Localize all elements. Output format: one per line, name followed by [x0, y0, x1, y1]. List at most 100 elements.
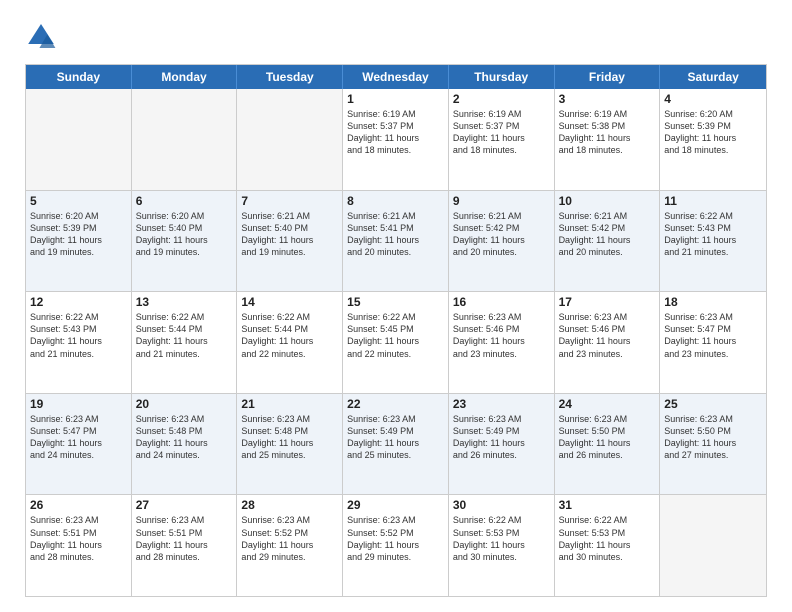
- day-number: 3: [559, 92, 656, 106]
- day-cell-25: 25Sunrise: 6:23 AM Sunset: 5:50 PM Dayli…: [660, 394, 766, 495]
- day-cell-31: 31 Sunrise: 6:22 AM Sunset: 5:53 PM Dayli…: [555, 495, 661, 596]
- day-number: 13: [136, 295, 233, 309]
- day-number: 23: [453, 397, 550, 411]
- day-number: 22: [347, 397, 444, 411]
- day-info: Sunrise: 6:22 AM Sunset: 5:44 PM Dayligh…: [136, 311, 233, 360]
- day-info: Sunrise: 6:23 AM Sunset: 5:52 PM Dayligh…: [241, 514, 338, 563]
- day-info: Sunrise: 6:23 AM Sunset: 5:51 PM Dayligh…: [30, 514, 127, 563]
- day-cell-3: 3 Sunrise: 6:19 AM Sunset: 5:38 PM Daylig…: [555, 89, 661, 190]
- day-cell-21: 21 Sunrise: 6:23 AM Sunset: 5:48 PM Dayli…: [237, 394, 343, 495]
- calendar-row-3: 12 Sunrise: 6:22 AM Sunset: 5:43 PM Dayli…: [26, 291, 766, 393]
- day-info: Sunrise: 6:23 AM Sunset: 5:48 PM Dayligh…: [241, 413, 338, 462]
- day-cell-26: 26 Sunrise: 6:23 AM Sunset: 5:51 PM Dayli…: [26, 495, 132, 596]
- day-info: Sunrise: 6:22 AM Sunset: 5:53 PM Dayligh…: [453, 514, 550, 563]
- day-info: Sunrise: 6:22 AM Sunset: 5:45 PM Dayligh…: [347, 311, 444, 360]
- day-number: 28: [241, 498, 338, 512]
- day-number: 24: [559, 397, 656, 411]
- day-cell-9: 9 Sunrise: 6:21 AM Sunset: 5:42 PM Daylig…: [449, 191, 555, 292]
- day-cell-22: 22 Sunrise: 6:23 AM Sunset: 5:49 PM Dayli…: [343, 394, 449, 495]
- empty-cell: [660, 495, 766, 596]
- day-cell-27: 27Sunrise: 6:23 AM Sunset: 5:51 PM Dayli…: [132, 495, 238, 596]
- day-cell-17: 17 Sunrise: 6:23 AM Sunset: 5:46 PM Dayli…: [555, 292, 661, 393]
- day-number: 30: [453, 498, 550, 512]
- empty-cell: [132, 89, 238, 190]
- day-cell-18: 18 Sunrise: 6:23 AM Sunset: 5:47 PM Dayli…: [660, 292, 766, 393]
- day-cell-2: 2 Sunrise: 6:19 AM Sunset: 5:37 PM Daylig…: [449, 89, 555, 190]
- day-header-saturday: Saturday: [660, 65, 766, 89]
- day-info: Sunrise: 6:20 AM Sunset: 5:40 PM Dayligh…: [136, 210, 233, 259]
- day-cell-30: 30 Sunrise: 6:22 AM Sunset: 5:53 PM Dayli…: [449, 495, 555, 596]
- calendar: SundayMondayTuesdayWednesdayThursdayFrid…: [25, 64, 767, 597]
- day-cell-4: 4 Sunrise: 6:20 AM Sunset: 5:39 PM Daylig…: [660, 89, 766, 190]
- day-cell-14: 14 Sunrise: 6:22 AM Sunset: 5:44 PM Dayli…: [237, 292, 343, 393]
- calendar-row-2: 5 Sunrise: 6:20 AM Sunset: 5:39 PM Daylig…: [26, 190, 766, 292]
- day-number: 5: [30, 194, 127, 208]
- day-info: Sunrise: 6:22 AM Sunset: 5:44 PM Dayligh…: [241, 311, 338, 360]
- day-info: Sunrise: 6:23 AM Sunset: 5:46 PM Dayligh…: [559, 311, 656, 360]
- day-cell-10: 10 Sunrise: 6:21 AM Sunset: 5:42 PM Dayli…: [555, 191, 661, 292]
- day-number: 2: [453, 92, 550, 106]
- day-info: Sunrise: 6:23 AM Sunset: 5:48 PM Dayligh…: [136, 413, 233, 462]
- day-cell-5: 5 Sunrise: 6:20 AM Sunset: 5:39 PM Daylig…: [26, 191, 132, 292]
- logo-icon: [25, 20, 57, 52]
- day-number: 15: [347, 295, 444, 309]
- day-number: 1: [347, 92, 444, 106]
- day-number: 17: [559, 295, 656, 309]
- day-number: 6: [136, 194, 233, 208]
- calendar-header: SundayMondayTuesdayWednesdayThursdayFrid…: [26, 65, 766, 89]
- day-number: 26: [30, 498, 127, 512]
- day-info: Sunrise: 6:20 AM Sunset: 5:39 PM Dayligh…: [30, 210, 127, 259]
- day-number: 16: [453, 295, 550, 309]
- day-header-wednesday: Wednesday: [343, 65, 449, 89]
- day-number: 31: [559, 498, 656, 512]
- page: SundayMondayTuesdayWednesdayThursdayFrid…: [0, 0, 792, 612]
- day-number: 25: [664, 397, 762, 411]
- day-cell-11: 11Sunrise: 6:22 AM Sunset: 5:43 PM Dayli…: [660, 191, 766, 292]
- day-number: 19: [30, 397, 127, 411]
- day-info: Sunrise: 6:21 AM Sunset: 5:42 PM Dayligh…: [453, 210, 550, 259]
- calendar-row-5: 26 Sunrise: 6:23 AM Sunset: 5:51 PM Dayli…: [26, 494, 766, 596]
- day-cell-16: 16 Sunrise: 6:23 AM Sunset: 5:46 PM Dayli…: [449, 292, 555, 393]
- logo: [25, 20, 63, 52]
- day-info: Sunrise: 6:19 AM Sunset: 5:37 PM Dayligh…: [453, 108, 550, 157]
- empty-cell: [26, 89, 132, 190]
- day-cell-19: 19Sunrise: 6:23 AM Sunset: 5:47 PM Dayli…: [26, 394, 132, 495]
- day-info: Sunrise: 6:23 AM Sunset: 5:47 PM Dayligh…: [664, 311, 762, 360]
- day-header-friday: Friday: [555, 65, 661, 89]
- day-cell-28: 28 Sunrise: 6:23 AM Sunset: 5:52 PM Dayli…: [237, 495, 343, 596]
- day-info: Sunrise: 6:23 AM Sunset: 5:49 PM Dayligh…: [347, 413, 444, 462]
- empty-cell: [237, 89, 343, 190]
- day-header-sunday: Sunday: [26, 65, 132, 89]
- day-cell-1: 1 Sunrise: 6:19 AM Sunset: 5:37 PM Daylig…: [343, 89, 449, 190]
- day-info: Sunrise: 6:21 AM Sunset: 5:42 PM Dayligh…: [559, 210, 656, 259]
- day-info: Sunrise: 6:22 AM Sunset: 5:43 PM Dayligh…: [30, 311, 127, 360]
- header: [25, 20, 767, 52]
- day-number: 20: [136, 397, 233, 411]
- day-number: 4: [664, 92, 762, 106]
- day-number: 7: [241, 194, 338, 208]
- day-cell-15: 15 Sunrise: 6:22 AM Sunset: 5:45 PM Dayli…: [343, 292, 449, 393]
- day-cell-13: 13 Sunrise: 6:22 AM Sunset: 5:44 PM Dayli…: [132, 292, 238, 393]
- day-number: 8: [347, 194, 444, 208]
- day-number: 10: [559, 194, 656, 208]
- day-header-monday: Monday: [132, 65, 238, 89]
- day-info: Sunrise: 6:19 AM Sunset: 5:37 PM Dayligh…: [347, 108, 444, 157]
- day-info: Sunrise: 6:23 AM Sunset: 5:46 PM Dayligh…: [453, 311, 550, 360]
- day-info: Sunrise: 6:20 AM Sunset: 5:39 PM Dayligh…: [664, 108, 762, 157]
- day-info: Sunrise: 6:23 AM Sunset: 5:50 PM Dayligh…: [559, 413, 656, 462]
- day-number: 21: [241, 397, 338, 411]
- day-cell-8: 8Sunrise: 6:21 AM Sunset: 5:41 PM Daylig…: [343, 191, 449, 292]
- day-number: 18: [664, 295, 762, 309]
- calendar-body: 1 Sunrise: 6:19 AM Sunset: 5:37 PM Daylig…: [26, 89, 766, 596]
- day-number: 9: [453, 194, 550, 208]
- day-number: 27: [136, 498, 233, 512]
- day-info: Sunrise: 6:19 AM Sunset: 5:38 PM Dayligh…: [559, 108, 656, 157]
- day-cell-6: 6 Sunrise: 6:20 AM Sunset: 5:40 PM Daylig…: [132, 191, 238, 292]
- day-number: 12: [30, 295, 127, 309]
- day-info: Sunrise: 6:22 AM Sunset: 5:53 PM Dayligh…: [559, 514, 656, 563]
- day-cell-20: 20 Sunrise: 6:23 AM Sunset: 5:48 PM Dayli…: [132, 394, 238, 495]
- day-info: Sunrise: 6:21 AM Sunset: 5:40 PM Dayligh…: [241, 210, 338, 259]
- calendar-row-4: 19Sunrise: 6:23 AM Sunset: 5:47 PM Dayli…: [26, 393, 766, 495]
- day-number: 14: [241, 295, 338, 309]
- day-cell-29: 29Sunrise: 6:23 AM Sunset: 5:52 PM Dayli…: [343, 495, 449, 596]
